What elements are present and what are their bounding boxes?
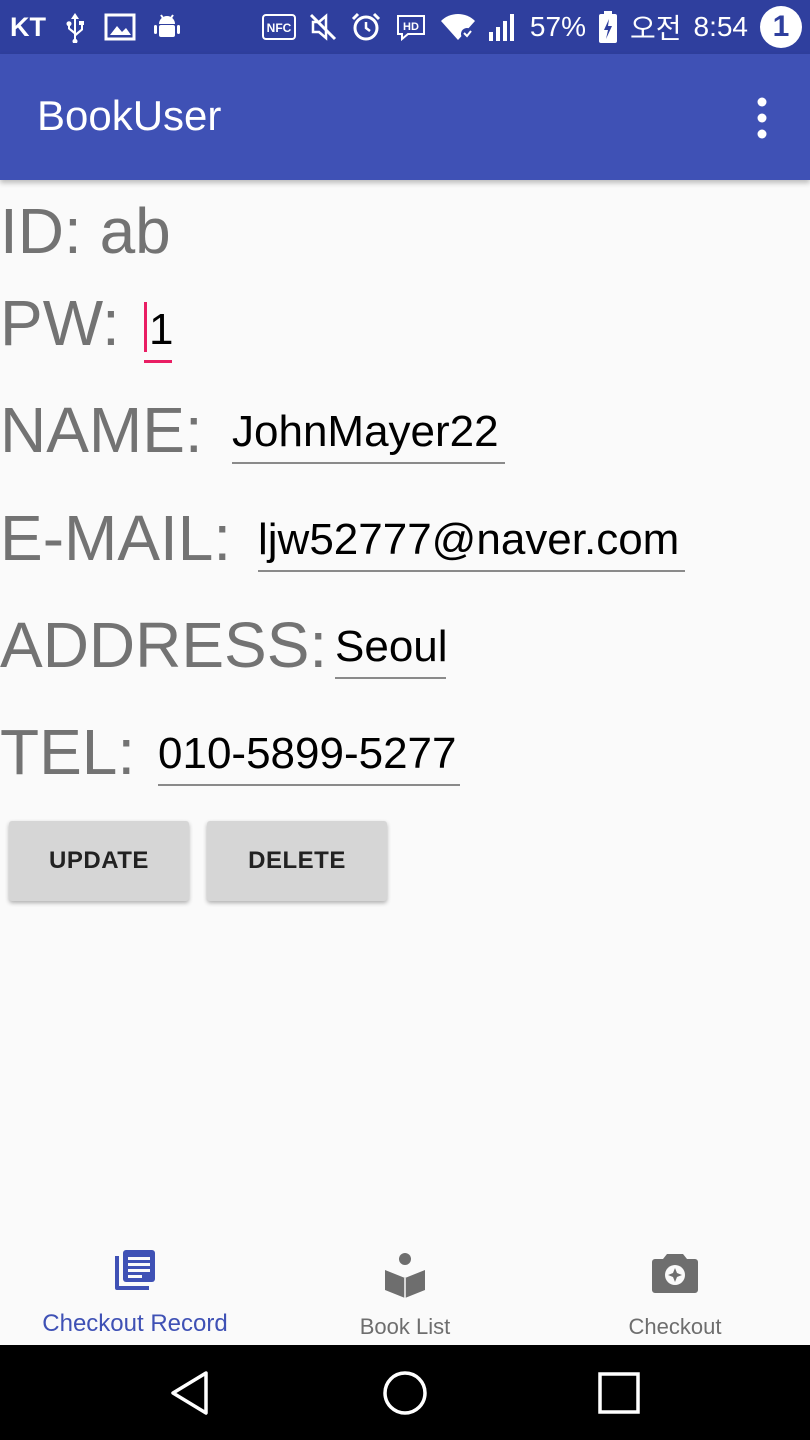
name-field[interactable]: JohnMayer22 [232,410,505,464]
pw-label: PW: [0,287,120,359]
tel-label: TEL: [0,716,136,788]
app-bar: BookUser [0,54,810,180]
nfc-icon: NFC [261,14,296,40]
system-navigation-bar [0,1345,810,1440]
address-field[interactable]: Seoul [335,625,448,679]
address-label: ADDRESS: [0,609,328,681]
notification-count-badge: 1 [760,6,802,48]
app-title: BookUser [37,92,222,139]
nav-item-checkout[interactable]: Checkout [540,1232,810,1345]
nav-label-checkout: Checkout [628,1314,722,1339]
time-ampm: 오전 [629,13,682,44]
alarm-icon [350,11,382,43]
email-label: E-MAIL: [0,502,232,574]
camera-icon [651,1252,699,1299]
clock: 8:54 [693,11,749,42]
mute-icon [308,12,338,42]
name-label: NAME: [0,394,203,466]
nav-item-book-list[interactable]: Book List [270,1232,540,1345]
email-field[interactable]: ljw52777@naver.com [258,518,685,572]
id-label: ID: ab [0,195,171,267]
text-caret [144,302,147,352]
recents-icon[interactable] [579,1345,659,1440]
nav-item-checkout-record[interactable]: Checkout Record [0,1232,270,1345]
svg-text:HD: HD [403,21,419,33]
back-icon[interactable] [150,1345,230,1440]
home-icon[interactable] [365,1345,445,1440]
carrier-label: KT [10,11,46,42]
delete-button[interactable]: DELETE [207,821,387,901]
bottom-navigation: Checkout Record Book List Checkout [0,1232,810,1345]
update-button[interactable]: UPDATE [9,821,189,901]
password-value: 1 [149,305,174,354]
book-reader-icon [383,1252,427,1303]
tel-field[interactable]: 010-5899-5277 [158,732,460,786]
password-field[interactable]: 1 [144,302,174,363]
nav-label-checkout-record: Checkout Record [42,1310,228,1337]
svg-text:NFC: NFC [267,21,292,35]
battery-percent: 57% [529,11,586,42]
wifi-icon [440,12,476,42]
library-books-icon [111,1246,159,1299]
android-debug-icon [152,12,182,42]
nav-label-book-list: Book List [359,1314,451,1339]
hd-icon: HD [394,13,428,41]
battery-icon [598,10,618,44]
signal-icon [488,12,518,42]
more-vert-icon[interactable] [742,94,782,142]
status-bar: KT NFC HD 57% 오전 8:54 1 [0,0,810,54]
gallery-icon [104,13,136,41]
usb-icon [62,11,88,43]
